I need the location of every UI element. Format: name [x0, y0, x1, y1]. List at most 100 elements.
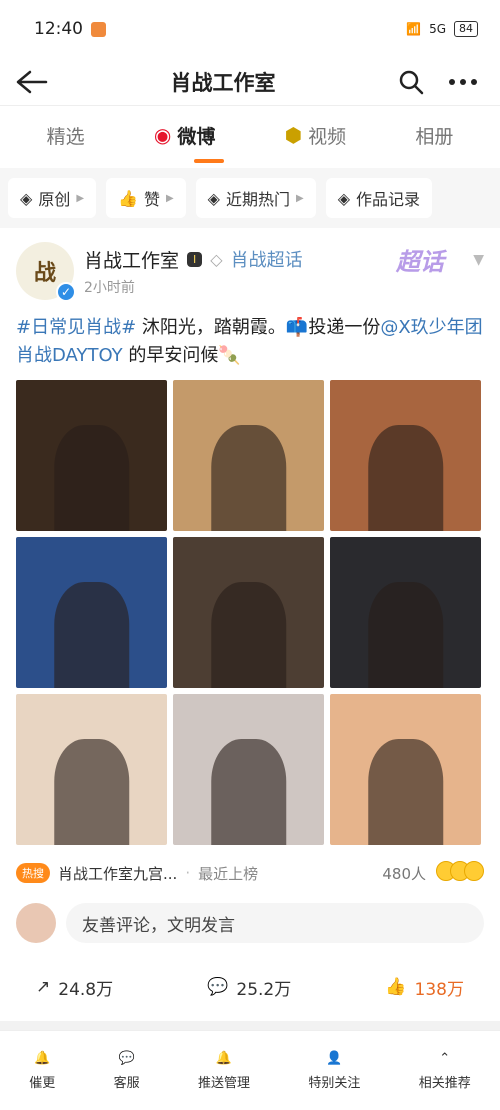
thumbs-up-icon: 👍 — [385, 977, 407, 997]
emoji-icon: 🍡 — [218, 345, 241, 366]
status-right: 📶 5G 84 — [406, 21, 478, 37]
post-username[interactable]: 肖战工作室 — [84, 246, 179, 273]
status-bar: 12:40 📶 5G 84 — [0, 0, 500, 58]
bottom-bar: 🔔 催更 💬 客服 🔔 推送管理 👤 特别关注 ⌃ 相关推荐 — [0, 1030, 500, 1110]
hot-search-row[interactable]: 热搜 肖战工作室九宫... · 最近上榜 480人 — [16, 861, 484, 885]
bell-icon: 🔔 — [34, 1050, 51, 1066]
page-title: 肖战工作室 — [170, 70, 276, 95]
chat-icon: 💬 — [118, 1050, 135, 1066]
filter-label: 作品记录 — [356, 190, 421, 209]
top-bar: 肖战工作室 — [0, 58, 500, 106]
tab-video[interactable]: ⬢ 视频 — [285, 122, 346, 153]
bottom-related[interactable]: ⌃ 相关推荐 — [419, 1051, 471, 1091]
bottom-push-settings[interactable]: 🔔 推送管理 — [198, 1051, 250, 1091]
supertopic-link[interactable]: 肖战超话 — [231, 246, 303, 272]
wifi-icon: 📶 — [406, 22, 422, 36]
hot-search-text: 肖战工作室九宫... — [58, 864, 178, 883]
tab-label: 视频 — [308, 125, 347, 148]
comment-count: 25.2万 — [236, 979, 292, 1000]
user-star-icon: 👤 — [326, 1050, 343, 1066]
photo-figure — [53, 425, 130, 531]
comment-box: 友善评论，文明发言 — [16, 903, 484, 943]
post-photo[interactable] — [330, 537, 481, 688]
share-icon: ↗ — [36, 977, 51, 997]
like-count: 138万 — [414, 979, 464, 1000]
thumbs-up-icon: 👍 — [118, 188, 138, 208]
notification-icon — [91, 21, 106, 37]
status-time: 12:40 — [34, 19, 83, 39]
post-photo[interactable] — [16, 537, 167, 688]
comment-input[interactable]: 友善评论，文明发言 — [66, 903, 484, 943]
post-photo[interactable] — [173, 537, 324, 688]
layers-icon: ◈ — [20, 188, 33, 208]
photo-figure — [53, 582, 130, 688]
filter-bar: ◈ 原创 ▶ 👍 赞 ▶ ◈ 近期热门 ▶ ◈ 作品记录 — [0, 168, 500, 228]
post-photo[interactable] — [173, 380, 324, 531]
filter-original[interactable]: ◈ 原创 ▶ — [8, 178, 97, 218]
diamond-icon: ◇ — [210, 249, 223, 269]
bottom-label: 推送管理 — [197, 1075, 250, 1091]
photo-figure — [210, 425, 287, 531]
layers-icon: ◈ — [207, 188, 220, 208]
tab-album[interactable]: 相册 — [415, 122, 453, 153]
post-time: 2小时前 — [84, 279, 135, 296]
photo-grid — [16, 380, 484, 845]
post-photo[interactable] — [16, 380, 167, 531]
filter-recent-hot[interactable]: ◈ 近期热门 ▶ — [195, 178, 316, 218]
search-icon[interactable] — [398, 69, 424, 95]
network-label: 5G — [429, 22, 446, 36]
video-icon: ⬢ — [284, 123, 303, 147]
post-text: 投递一份 — [308, 317, 381, 338]
tab-label: 精选 — [46, 125, 85, 148]
post-photo[interactable] — [330, 380, 481, 531]
post-text: 的早安问候 — [122, 345, 219, 366]
level-badge: I — [187, 251, 203, 267]
dot-separator: · — [185, 864, 191, 882]
post-header: 战 ✓ 肖战工作室 I ◇ 肖战超话 2小时前 超话 ▼ — [16, 242, 484, 302]
filter-works[interactable]: ◈ 作品记录 — [325, 178, 433, 218]
post-photo[interactable] — [173, 694, 324, 845]
post-photo[interactable] — [16, 694, 167, 845]
user-avatar — [16, 903, 56, 943]
tab-label: 微博 — [177, 125, 216, 148]
profile-tabs: 精选 ◉ 微博 ⬢ 视频 相册 — [0, 106, 500, 168]
share-count: 24.8万 — [58, 979, 114, 1000]
post-photo[interactable] — [330, 694, 481, 845]
participants-count: 480人 — [382, 864, 426, 883]
post-actions: ↗ 24.8万 💬 25.2万 👍 138万 — [16, 957, 484, 1017]
weibo-logo-icon: ◉ — [153, 123, 172, 147]
battery-indicator: 84 — [454, 21, 478, 37]
post-content: #日常见肖战# 沐阳光，踏朝霞。📫投递一份@X玖少年团肖战DAYTOY 的早安问… — [16, 314, 484, 370]
filter-label: 原创 — [38, 190, 71, 209]
hot-search-sub: 最近上榜 — [198, 864, 259, 883]
more-options-icon[interactable] — [448, 78, 478, 86]
chevron-down-icon[interactable]: ▼ — [473, 252, 484, 268]
photo-figure — [367, 582, 444, 688]
hashtag-link[interactable]: #日常见肖战# — [16, 317, 136, 338]
comment-icon: 💬 — [207, 977, 229, 997]
bell-plus-icon: 🔔 — [215, 1050, 233, 1066]
bottom-service[interactable]: 💬 客服 — [114, 1051, 140, 1091]
share-button[interactable]: ↗ 24.8万 — [36, 975, 113, 1000]
status-left: 12:40 — [34, 19, 106, 39]
post-text: 沐阳光，踏朝霞。 — [136, 317, 286, 338]
tab-featured[interactable]: 精选 — [47, 122, 85, 153]
bottom-urge[interactable]: 🔔 催更 — [29, 1051, 55, 1091]
tab-weibo[interactable]: ◉ 微博 — [153, 122, 225, 163]
photo-figure — [210, 582, 287, 688]
filter-label: 赞 — [143, 190, 160, 209]
avatar[interactable]: 战 ✓ — [16, 242, 76, 302]
filter-likes[interactable]: 👍 赞 ▶ — [106, 178, 186, 218]
photo-figure — [210, 739, 287, 845]
comment-button[interactable]: 💬 25.2万 — [207, 975, 291, 1000]
photo-figure — [367, 739, 444, 845]
mailbox-icon: 📫 — [285, 317, 309, 338]
back-arrow-icon[interactable] — [16, 70, 48, 94]
filter-label: 近期热门 — [225, 190, 290, 209]
like-button[interactable]: 👍 138万 — [385, 975, 464, 1000]
bottom-special-follow[interactable]: 👤 特别关注 — [308, 1051, 360, 1091]
photo-figure — [53, 739, 130, 845]
chevron-right-icon: ▶ — [76, 192, 85, 204]
photo-figure — [367, 425, 444, 531]
supertopic-mark: 超话 — [396, 248, 444, 276]
